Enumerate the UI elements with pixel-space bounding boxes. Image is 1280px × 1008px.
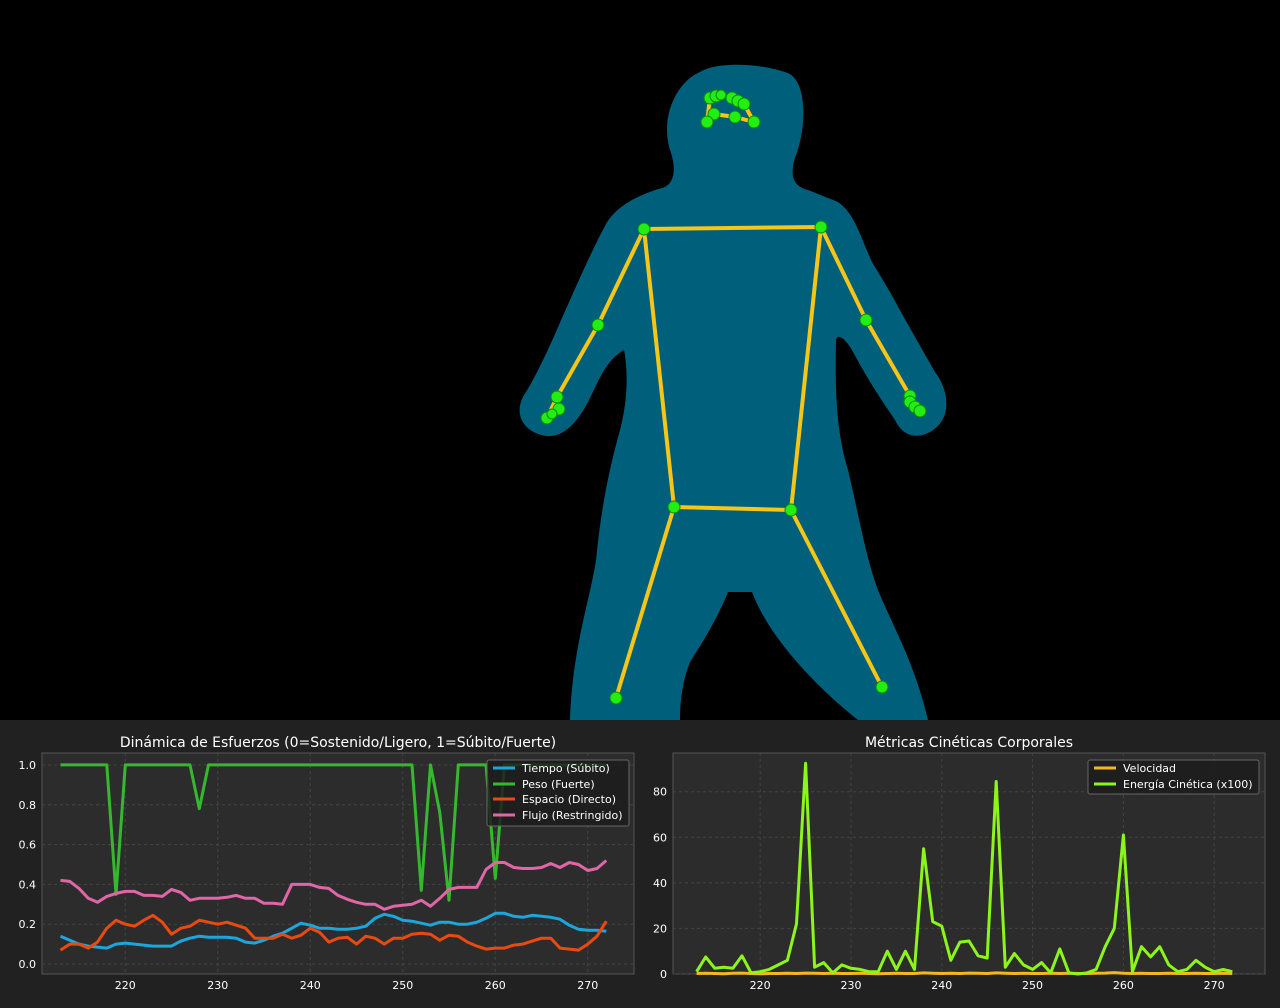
effort-chart-title: Dinámica de Esfuerzos (0=Sostenido/Liger… [120, 735, 556, 751]
effort-y-tick-label: 0.6 [19, 839, 37, 852]
silhouette-shape [519, 64, 947, 720]
effort-x-tick-label: 230 [207, 979, 228, 992]
joint-left-hip [667, 500, 681, 514]
joint-left-wrist [550, 390, 564, 404]
kinetic-legend: Velocidad Energía Cinética (x100) [1087, 759, 1260, 795]
joint-right-shoulder [814, 220, 828, 234]
kinetic-y-tick-label: 60 [653, 831, 667, 844]
effort-x-tick-label: 270 [577, 979, 598, 992]
kinetic-y-ticks: 0 20 40 60 80 [653, 786, 667, 981]
joint-left-index [546, 408, 558, 420]
effort-y-tick-label: 1.0 [19, 759, 37, 772]
joint-left-shoulder [637, 222, 651, 236]
kinetic-x-tick-label: 260 [1113, 979, 1134, 992]
joint-right-elbow [859, 313, 873, 327]
kinetic-y-tick-label: 40 [653, 877, 667, 890]
effort-y-tick-label: 0.2 [19, 918, 37, 931]
effort-y-ticks: 0.0 0.2 0.4 0.6 0.8 1.0 [19, 759, 37, 971]
effort-y-tick-label: 0.0 [19, 958, 37, 971]
effort-x-ticks: 220 230 240 250 260 270 [115, 979, 599, 992]
effort-x-tick-label: 220 [115, 979, 136, 992]
joint-mouth-center [728, 110, 742, 124]
kinetic-chart-title: Métricas Cinéticas Corporales [865, 735, 1073, 751]
effort-legend-label-espacio: Espacio (Directo) [522, 793, 616, 806]
joint-left-eye-inner [715, 89, 727, 101]
effort-y-tick-label: 0.4 [19, 878, 37, 891]
effort-x-tick-label: 250 [392, 979, 413, 992]
pose-view [0, 0, 1280, 720]
kinetic-x-tick-label: 220 [750, 979, 771, 992]
bone-shoulders [642, 225, 823, 231]
effort-x-tick-label: 260 [485, 979, 506, 992]
kinetic-series-line-0 [696, 971, 1233, 976]
kinetic-x-ticks: 220 230 240 250 260 270 [750, 979, 1225, 992]
effort-dynamics-chart: Dinámica de Esfuerzos (0=Sostenido/Liger… [19, 735, 635, 992]
effort-legend-label-peso: Peso (Fuerte) [522, 778, 595, 791]
kinetic-y-tick-label: 80 [653, 786, 667, 799]
kinetic-metrics-chart: Métricas Cinéticas Corporales 220 230 240 2… [653, 735, 1266, 992]
kinetic-legend-label-energia: Energía Cinética (x100) [1123, 778, 1253, 791]
kinetic-x-tick-label: 270 [1204, 979, 1225, 992]
joint-right-pinky [913, 404, 927, 418]
kinetic-y-tick-label: 20 [653, 922, 667, 935]
joint-right-eye-outer [737, 97, 751, 111]
body-silhouette [519, 64, 947, 720]
effort-legend: Tiempo (Súbito) Peso (Fuerte) Espacio (D… [486, 759, 630, 827]
effort-legend-label-flujo: Flujo (Restringido) [522, 809, 622, 822]
charts-panel: Dinámica de Esfuerzos (0=Sostenido/Liger… [0, 720, 1280, 1008]
joint-right-hip [784, 503, 798, 517]
joint-right-knee [875, 680, 889, 694]
joint-left-elbow [591, 318, 605, 332]
joint-mouth-left [700, 115, 714, 129]
effort-y-tick-label: 0.8 [19, 799, 37, 812]
effort-x-tick-label: 240 [300, 979, 321, 992]
joint-left-knee [609, 691, 623, 705]
joint-mouth-right [747, 115, 761, 129]
kinetic-legend-label-velocidad: Velocidad [1123, 762, 1176, 775]
kinetic-y-tick-label: 0 [660, 968, 667, 981]
kinetic-x-tick-label: 250 [1022, 979, 1043, 992]
effort-legend-label-tiempo: Tiempo (Súbito) [521, 762, 610, 775]
kinetic-x-tick-label: 230 [840, 979, 861, 992]
kinetic-x-tick-label: 240 [931, 979, 952, 992]
